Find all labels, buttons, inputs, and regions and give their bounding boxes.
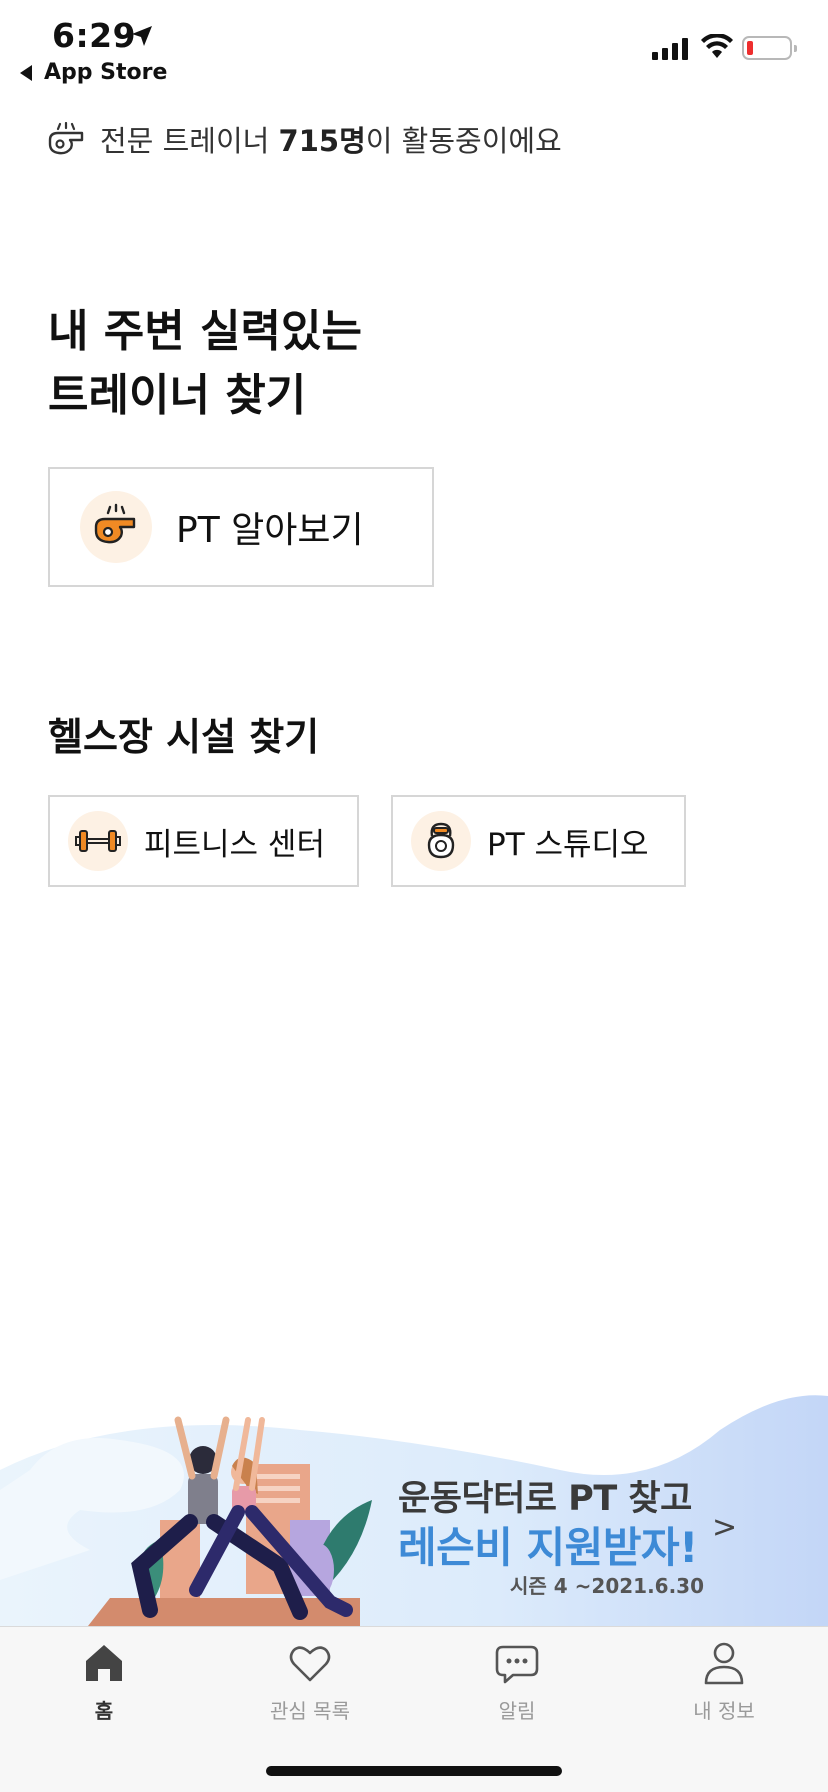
cellular-signal-icon <box>652 36 688 60</box>
headline-line-2: 트레이너 찾기 <box>48 370 307 421</box>
location-arrow-icon <box>132 26 152 46</box>
kettlebell-icon <box>411 811 471 871</box>
whistle-icon <box>80 491 152 563</box>
dumbbell-icon <box>68 811 128 871</box>
wifi-icon <box>701 34 733 58</box>
back-triangle-icon <box>20 64 32 81</box>
whistle-icon <box>48 122 84 155</box>
person-icon <box>704 1642 744 1685</box>
trainer-count-banner: 전문 트레이너 715명이 활동중이에요 <box>46 118 562 160</box>
heart-icon <box>289 1646 331 1682</box>
pt-studio-label: PT 스튜디오 <box>487 826 649 863</box>
banner-arrow-icon[interactable]: > <box>712 1510 737 1545</box>
fitness-center-button[interactable]: 피트니스 센터 <box>48 795 359 887</box>
banner-season: 시즌 4 ~2021.6.30 <box>510 1574 705 1598</box>
fitness-center-label: 피트니스 센터 <box>144 826 325 863</box>
trainer-count-text: 전문 트레이너 715명이 활동중이에요 <box>100 124 562 158</box>
tab-my-info[interactable]: 내 정보 <box>659 1639 789 1724</box>
promo-banner[interactable]: 운동닥터로 PT 찾고 레슨비 지원받자! 시즌 4 ~2021.6.30 > <box>0 1390 828 1626</box>
status-bar: 6:29 App Store <box>0 0 828 90</box>
back-to-app-store[interactable]: App Store <box>20 60 167 85</box>
tab-notifications[interactable]: 알림 <box>452 1639 582 1724</box>
back-app-label: App Store <box>44 60 168 85</box>
tab-notifications-label: 알림 <box>498 1699 536 1723</box>
tab-home[interactable]: 홈 <box>39 1639 169 1724</box>
tab-favorites[interactable]: 관심 목록 <box>245 1639 375 1724</box>
pt-studio-button[interactable]: PT 스튜디오 <box>391 795 686 887</box>
gym-section-title: 헬스장 시설 찾기 <box>48 715 320 759</box>
pt-explore-label: PT 알아보기 <box>176 510 364 551</box>
status-time: 6:29 <box>52 16 137 55</box>
home-icon <box>86 1645 122 1681</box>
tab-my-info-label: 내 정보 <box>693 1699 755 1723</box>
chat-bubble-icon <box>495 1645 539 1684</box>
tab-home-label: 홈 <box>94 1699 114 1723</box>
pt-explore-button[interactable]: PT 알아보기 <box>48 467 434 587</box>
headline-line-1: 내 주변 실력있는 <box>48 306 362 357</box>
page-headline: 내 주변 실력있는 트레이너 찾기 <box>48 300 362 428</box>
banner-line-2: 레슨비 지원받자! <box>398 1523 698 1572</box>
trainer-count-number: 715명 <box>278 124 366 158</box>
tab-favorites-label: 관심 목록 <box>270 1699 350 1723</box>
battery-icon <box>742 36 797 60</box>
home-indicator <box>266 1766 562 1776</box>
